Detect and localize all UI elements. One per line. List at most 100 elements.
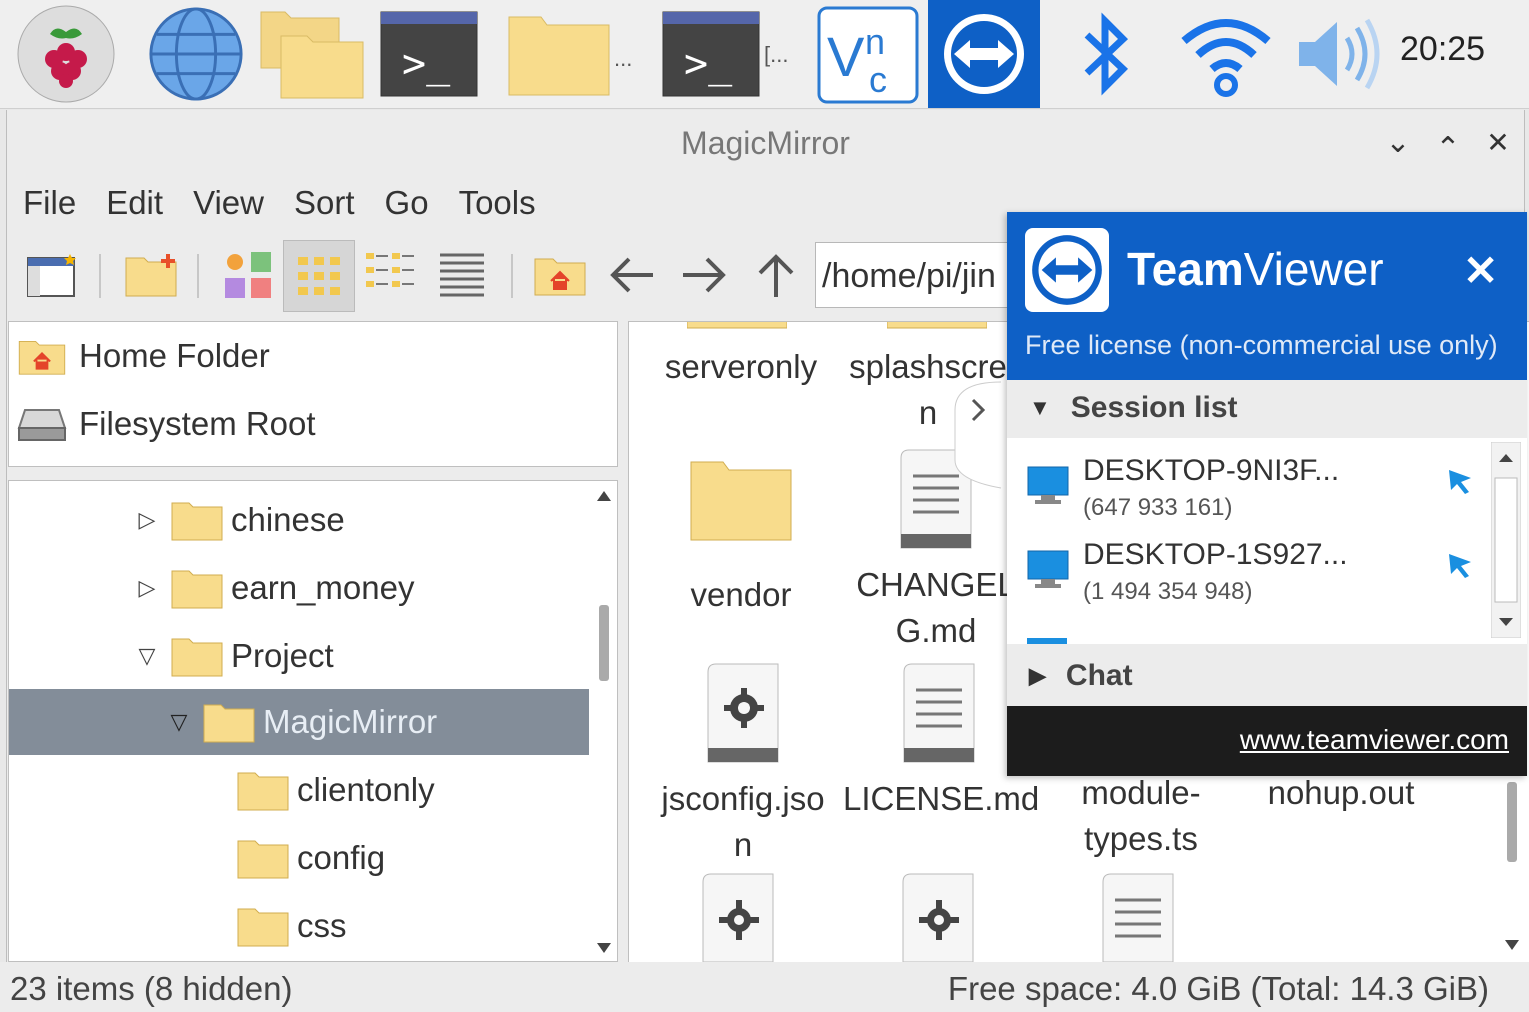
file-view-scrollbar[interactable] <box>1501 782 1523 962</box>
folder-icon <box>237 772 289 811</box>
scroll-down-arrow-icon[interactable] <box>1505 940 1519 950</box>
file-item-jsconfig[interactable]: jsconfig.jso n <box>651 662 835 868</box>
clock: 20:25 <box>1400 30 1486 68</box>
home-folder-icon <box>534 258 586 296</box>
session-list-header[interactable]: ▼ Session list <box>1007 380 1527 436</box>
place-filesystem-root[interactable]: Filesystem Root <box>17 396 316 452</box>
chevron-down-icon: ⌄ <box>1385 126 1411 159</box>
teamviewer-link[interactable]: www.teamviewer.com <box>1240 724 1509 756</box>
tree-item-magicmirror[interactable]: ▽ MagicMirror <box>9 689 589 755</box>
file-label: LICENSE.md <box>843 780 1040 817</box>
compact-view-button[interactable] <box>355 240 425 310</box>
tree-item-config[interactable]: config <box>9 825 589 891</box>
expand-arrow-icon[interactable]: ▷ <box>137 575 157 601</box>
place-home-folder[interactable]: Home Folder <box>17 328 270 384</box>
menu-go[interactable]: Go <box>385 180 429 226</box>
menu-tools[interactable]: Tools <box>459 180 536 226</box>
monitor-icon <box>1027 466 1069 504</box>
config-file-icon <box>702 873 774 962</box>
teamviewer-close-button[interactable]: ✕ <box>1463 246 1498 295</box>
folder-icon <box>203 704 255 743</box>
collapse-triangle-icon: ▼ <box>1029 395 1051 420</box>
tree-item-label: Project <box>231 637 334 674</box>
home-icon <box>18 341 66 375</box>
tree-item-earn-money[interactable]: ▷ earn_money <box>9 555 589 621</box>
scroll-thumb[interactable] <box>1507 782 1517 862</box>
file-item-nohup[interactable]: nohup.out <box>1255 770 1427 816</box>
tree-item-clientonly[interactable]: clientonly <box>9 757 589 823</box>
config-file-icon <box>902 873 974 962</box>
new-folder-button[interactable] <box>117 240 187 310</box>
file-label-line1: module- <box>1081 774 1201 811</box>
license-text: Free license (non-commercial use only) <box>1025 330 1498 360</box>
scroll-thumb[interactable] <box>1494 477 1518 603</box>
free-space: Free space: 4.0 GiB (Total: 14.3 GiB) <box>947 970 1489 1007</box>
path-input[interactable]: /home/pi/jin <box>815 242 1035 308</box>
text-file-icon <box>1102 873 1174 962</box>
session-item[interactable]: DESKTOP-9NI3F... (647 933 161) <box>1027 454 1487 534</box>
collapse-arrow-icon[interactable]: ▽ <box>169 709 189 735</box>
maximize-button[interactable]: ⌃ <box>1431 132 1465 166</box>
tree-item-project[interactable]: ▽ Project <box>9 623 589 689</box>
wifi-tray-button[interactable] <box>1176 4 1276 104</box>
terminal-button[interactable]: >_ <box>378 4 480 104</box>
folder-icon <box>171 638 223 677</box>
session-item[interactable]: DESKTOP-1S927... (1 494 354 948) <box>1027 538 1487 618</box>
raspberry-menu-button[interactable] <box>14 4 118 104</box>
session-scrollbar[interactable] <box>1491 442 1521 638</box>
folder-icon <box>687 322 787 329</box>
session-name: DESKTOP-9NI3F... <box>1083 454 1340 487</box>
chat-header[interactable]: ▶ Chat <box>1007 648 1527 704</box>
tree-item-chinese[interactable]: ▷ chinese <box>9 487 589 553</box>
menu-file[interactable]: File <box>23 180 76 226</box>
menu-edit[interactable]: Edit <box>106 180 163 226</box>
window-title: MagicMirror <box>681 125 850 161</box>
file-item-module-types[interactable]: module- types.ts <box>1059 770 1223 862</box>
thumbnail-view-button[interactable] <box>213 240 283 310</box>
file-label: serveronly <box>664 348 818 385</box>
place-label: Filesystem Root <box>79 405 316 442</box>
taskbar-window-terminal[interactable]: >_ <box>660 4 762 104</box>
detailed-list-view-button[interactable] <box>427 240 497 310</box>
teamviewer-title: TeamViewer <box>1127 242 1384 296</box>
scroll-thumb[interactable] <box>599 605 609 681</box>
folder-icon <box>171 502 223 541</box>
file-label-line1: jsconfig.jso <box>661 780 825 817</box>
volume-tray-button[interactable] <box>1294 4 1384 104</box>
bluetooth-icon <box>1084 12 1129 96</box>
home-button[interactable] <box>525 240 595 310</box>
taskbar-window-folder[interactable] <box>506 4 612 104</box>
minimize-button[interactable]: ⌄ <box>1381 126 1415 160</box>
icon-grid-icon <box>298 257 340 295</box>
vnc-tray-button[interactable]: V n c <box>816 4 920 104</box>
tree-item-css[interactable]: css <box>9 893 589 959</box>
icon-view-button[interactable] <box>283 240 355 312</box>
session-item-partial <box>1027 638 1067 644</box>
session-name: DESKTOP-1S927... <box>1083 538 1348 571</box>
menu-sort[interactable]: Sort <box>294 180 355 226</box>
teamviewer-tray-button[interactable] <box>928 0 1040 108</box>
directory-tree: ▷ chinese ▷ earn_money ▽ Project ▽ Magic… <box>8 480 618 962</box>
scroll-up-arrow-icon[interactable] <box>597 491 611 501</box>
arrow-left-icon <box>610 257 653 293</box>
collapse-arrow-icon[interactable]: ▽ <box>137 643 157 669</box>
tree-scrollbar[interactable] <box>593 481 615 961</box>
file-label-line2: types.ts <box>1084 820 1198 857</box>
forward-button[interactable] <box>669 240 739 310</box>
remote-control-cursor-icon[interactable] <box>1445 550 1475 580</box>
remote-control-cursor-icon[interactable] <box>1445 466 1475 496</box>
back-button[interactable] <box>597 240 667 310</box>
new-window-button[interactable] <box>17 240 87 310</box>
expand-arrow-icon[interactable]: ▷ <box>137 507 157 533</box>
tree-item-label: css <box>297 907 347 944</box>
menu-view[interactable]: View <box>193 180 264 226</box>
bluetooth-tray-button[interactable] <box>1070 4 1142 104</box>
file-item-vendor[interactable]: vendor <box>651 456 831 618</box>
file-item-serveronly[interactable]: serveronly <box>651 344 831 390</box>
close-button[interactable]: ✕ <box>1481 126 1515 160</box>
chevron-right-icon[interactable] <box>951 380 1011 490</box>
web-browser-button[interactable] <box>144 4 248 104</box>
scroll-down-arrow-icon[interactable] <box>597 943 611 953</box>
up-button[interactable] <box>741 240 811 310</box>
file-manager-button[interactable] <box>258 4 366 104</box>
